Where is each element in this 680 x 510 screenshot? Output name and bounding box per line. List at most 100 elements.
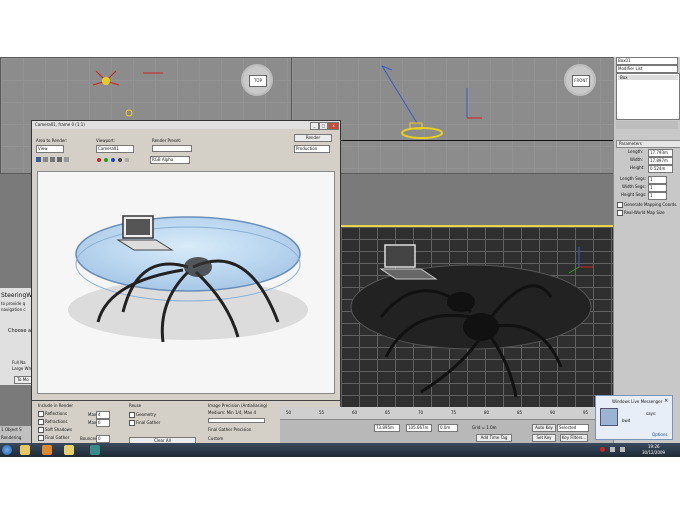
avatar: [600, 408, 618, 426]
close-button[interactable]: x: [328, 122, 339, 130]
tick-label: 80: [484, 410, 490, 415]
key-filters-button[interactable]: Key Filters...: [560, 434, 588, 442]
stack-item-box[interactable]: Box: [618, 75, 678, 80]
length-segs-field[interactable]: 1: [648, 176, 667, 184]
tick-label: 60: [352, 410, 358, 415]
close-icon[interactable]: ×: [664, 398, 668, 404]
note-more-button[interactable]: To Mo: [14, 376, 32, 384]
messenger-title: Windows Live Messenger: [612, 399, 663, 404]
auto-key-button[interactable]: Auto Key: [532, 424, 556, 432]
height-label: Height:: [630, 165, 645, 170]
height-segs-field[interactable]: 1: [648, 192, 667, 200]
parameters-rollout[interactable]: Parameters: [616, 140, 680, 148]
print-icon[interactable]: [57, 157, 62, 162]
length-field[interactable]: 17.793m: [648, 149, 673, 157]
explorer-icon[interactable]: [20, 445, 30, 455]
channel-dropdown[interactable]: RGB Alpha: [150, 156, 190, 164]
add-time-tag-button[interactable]: Add Time Tag: [476, 434, 512, 442]
selected-dropdown[interactable]: Selected: [557, 424, 589, 432]
viewport-perspective[interactable]: [339, 225, 615, 409]
set-key-button[interactable]: Set Key: [532, 434, 556, 442]
production-dropdown[interactable]: Production: [294, 145, 330, 153]
object-name-field[interactable]: Box01: [616, 57, 678, 65]
viewcube-front[interactable]: FRONT: [564, 64, 596, 96]
final-gather-reuse-checkbox[interactable]: Final Gather: [129, 420, 160, 426]
volume-icon[interactable]: [620, 447, 625, 452]
mono-icon[interactable]: [125, 158, 129, 162]
reflections-label: Reflections: [45, 411, 67, 416]
start-button-icon[interactable]: [2, 445, 12, 455]
folder-icon[interactable]: [64, 445, 74, 455]
tray-icons: [600, 447, 640, 453]
clock-time: 19:26: [648, 444, 660, 449]
3dsmax-taskbar-icon[interactable]: [90, 445, 100, 455]
blue-channel-icon[interactable]: [111, 158, 115, 162]
viewcube-top[interactable]: TOP: [241, 64, 273, 96]
area-to-render-label: Area to Render:: [36, 138, 68, 143]
z-coordinate-field[interactable]: 0.0m: [438, 424, 458, 432]
viewcube-label: FRONT: [572, 75, 590, 87]
red-channel-icon[interactable]: [97, 158, 101, 162]
y-coordinate-field[interactable]: 105.667m: [406, 424, 432, 432]
reflections-checkbox[interactable]: Reflections: [38, 411, 67, 417]
warning-icon[interactable]: [600, 447, 605, 452]
status-left: 1 Object S Rendering: [0, 426, 31, 443]
render-window-title: Camera01, frame 0 (1:1): [32, 121, 340, 129]
copy-icon[interactable]: [43, 157, 48, 162]
max-reflections-field[interactable]: 4: [96, 411, 110, 419]
length-segs-label: Length Segs:: [620, 176, 647, 181]
area-to-render-dropdown[interactable]: View: [36, 145, 64, 153]
note-large: Large Wh: [12, 366, 32, 371]
viewcube-label: TOP: [249, 75, 267, 87]
modifier-stack[interactable]: Box: [616, 73, 680, 120]
precision-slider[interactable]: [208, 418, 265, 423]
taskbar: 19:26 30/12/2009: [0, 443, 680, 457]
media-player-icon[interactable]: [42, 445, 52, 455]
alpha-channel-icon[interactable]: [118, 158, 122, 162]
note-line2: navigation c: [1, 307, 26, 312]
messenger-notification[interactable]: Windows Live Messenger × says: bwd Optio…: [595, 395, 673, 440]
custom-label: Custom: [208, 436, 224, 441]
time-ruler[interactable]: 50 55 60 65 70 75 80 85 90 95 100: [280, 407, 613, 420]
viewport-label: Viewport:: [96, 138, 116, 143]
modifier-list-dropdown[interactable]: Modifier List: [616, 65, 678, 73]
final-gather-checkbox[interactable]: Final Gather: [38, 435, 69, 441]
gizmo-icon: [92, 70, 163, 117]
network-icon[interactable]: [610, 447, 615, 452]
width-label: Width:: [630, 157, 643, 162]
green-channel-icon[interactable]: [104, 158, 108, 162]
real-world-checkbox[interactable]: Real-World Map Size: [617, 210, 665, 216]
steering-wheel-tooltip: SteeringWh to provide q navigation c Cho…: [0, 288, 36, 385]
tick-label: 50: [286, 410, 292, 415]
grid-text: Grid = 1.0m: [472, 425, 497, 430]
width-field[interactable]: 17.897m: [648, 157, 673, 165]
rendering-text: Rendering: [1, 435, 22, 440]
viewport-dropdown[interactable]: Camera01: [96, 145, 134, 153]
height-field[interactable]: 0.524m: [648, 165, 673, 173]
clear-icon[interactable]: [64, 157, 69, 162]
checkbox-icon: [617, 202, 623, 208]
save-icon[interactable]: [36, 157, 41, 162]
image-precision-label: Image Precision (Antialiasing): [208, 403, 268, 408]
soft-shadows-checkbox[interactable]: Soft Shadows: [38, 427, 72, 433]
says-text: says:: [646, 411, 657, 416]
precision-value: Medium: Min 1/4, Max 4: [208, 410, 257, 415]
maximize-button[interactable]: □: [319, 122, 328, 130]
x-coordinate-field[interactable]: 73.895m: [374, 424, 400, 432]
length-label: Length:: [628, 149, 644, 154]
bounces-field[interactable]: 0: [96, 435, 110, 443]
render-button[interactable]: Render: [294, 134, 332, 142]
refractions-checkbox[interactable]: Refractions: [38, 419, 68, 425]
geometry-checkbox[interactable]: Geometry: [129, 412, 156, 418]
spider-table-preview: [350, 244, 593, 398]
clone-icon[interactable]: [50, 157, 55, 162]
options-link[interactable]: Options: [652, 432, 667, 437]
gen-mapping-checkbox[interactable]: Generate Mapping Coords.: [617, 202, 678, 208]
render-preset-dropdown[interactable]: [152, 145, 192, 152]
width-segs-field[interactable]: 1: [648, 184, 667, 192]
minimize-button[interactable]: _: [310, 122, 319, 130]
max-refractions-field[interactable]: 6: [96, 419, 110, 427]
fg-precision-label: Final Gather Precision: [208, 427, 252, 432]
final-gather-reuse-label: Final Gather: [136, 420, 161, 425]
reuse-label: Reuse: [129, 403, 142, 408]
